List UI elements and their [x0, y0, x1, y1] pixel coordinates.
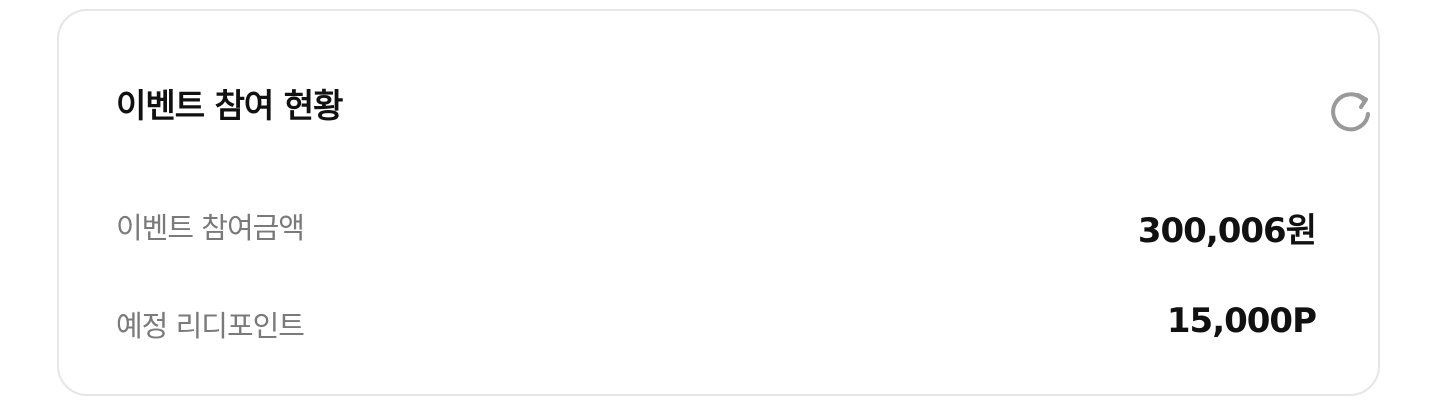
participation-amount-value: 300,006원 — [1137, 211, 1317, 251]
event-participation-card: 이벤트 참여 현황 이벤트 참여금액 300,006원 예정 리디포인트 15,… — [57, 9, 1380, 396]
card-title: 이벤트 참여 현황 — [116, 86, 343, 125]
refresh-icon — [1331, 92, 1370, 132]
participation-amount-label: 이벤트 참여금액 — [116, 211, 305, 245]
expected-points-value: 15,000P — [1166, 301, 1317, 341]
expected-points-label: 예정 리디포인트 — [116, 309, 305, 343]
refresh-button[interactable] — [1325, 86, 1377, 138]
